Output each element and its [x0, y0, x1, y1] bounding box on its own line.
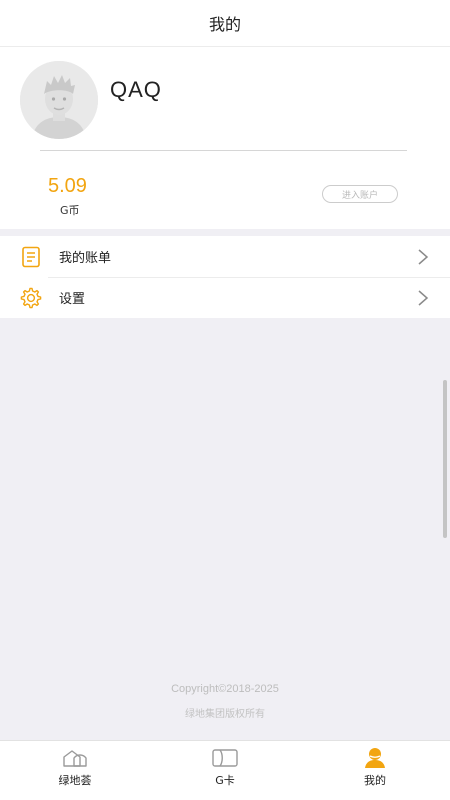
tab-bar: 绿地荟 G卡 我的 [0, 740, 450, 800]
card-icon [211, 747, 239, 769]
home-icon [61, 747, 89, 769]
user-icon [361, 747, 389, 769]
company-text: 绿地集团版权所有 [185, 709, 265, 720]
tab-home[interactable]: 绿地荟 [0, 741, 150, 800]
menu-item-label: 我的账单 [59, 251, 112, 266]
tab-mine[interactable]: 我的 [300, 741, 450, 800]
menu-item-settings[interactable]: 设置 [0, 277, 450, 318]
menu-list: 我的账单 设置 [0, 236, 450, 318]
menu-item-label: 设置 [59, 292, 86, 307]
page: 我的 QAQ 5.09 G币 进入账户 我的账单 设置 Copyright©20… [0, 0, 450, 800]
tab-label: 绿地荟 [58, 774, 92, 787]
divider [40, 150, 407, 151]
chevron-right-icon [418, 248, 429, 265]
scrollbar[interactable] [443, 380, 447, 538]
balance-value: 5.09 [48, 175, 87, 197]
bill-icon [19, 245, 43, 269]
profile-card: QAQ 5.09 G币 进入账户 [0, 47, 450, 229]
avatar-placeholder-icon [20, 61, 98, 139]
tab-label: 我的 [364, 774, 386, 787]
copyright-text: Copyright©2018-2025 [171, 683, 279, 695]
tab-gcard[interactable]: G卡 [150, 741, 300, 800]
balance-unit: G币 [60, 204, 80, 217]
avatar[interactable] [20, 61, 98, 139]
username: QAQ [110, 77, 162, 102]
chevron-right-icon [418, 289, 429, 306]
tab-label: G卡 [215, 774, 235, 787]
page-title: 我的 [208, 15, 241, 34]
header-bar: 我的 [0, 0, 450, 47]
gear-icon [19, 286, 43, 310]
menu-item-bill[interactable]: 我的账单 [0, 236, 450, 277]
enter-account-button[interactable]: 进入账户 [322, 185, 398, 203]
